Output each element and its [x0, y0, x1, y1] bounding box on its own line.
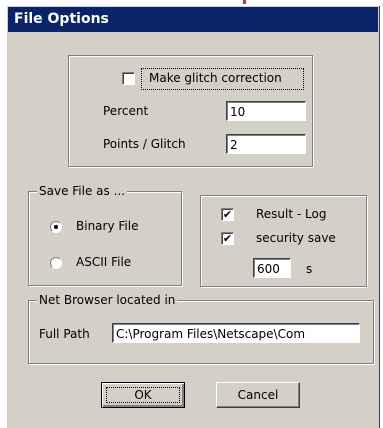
net-browser-legend: Net Browser located in: [37, 293, 178, 307]
cancel-button-label: Cancel: [237, 388, 279, 402]
title-bar[interactable]: File Options: [8, 7, 378, 32]
full-path-input[interactable]: C:\Program Files\Netscape\Com: [112, 323, 360, 343]
points-per-glitch-input[interactable]: 2: [226, 134, 306, 154]
background-edge: [8, 0, 383, 4]
make-glitch-correction-label[interactable]: Make glitch correction: [149, 71, 282, 85]
net-browser-group: Net Browser located in Full Path C:\Prog…: [28, 293, 374, 364]
save-interval-input[interactable]: 600: [253, 258, 291, 278]
background-red-mark: [243, 0, 246, 4]
security-save-label[interactable]: security save: [256, 231, 336, 245]
percent-label: Percent: [103, 104, 149, 118]
save-file-legend: Save File as ...: [37, 184, 128, 198]
window-title: File Options: [14, 11, 109, 27]
result-log-checkbox[interactable]: ✔: [221, 208, 234, 221]
glitch-panel: Make glitch correction Percent 10 Points…: [68, 55, 313, 167]
cancel-button[interactable]: Cancel: [216, 382, 300, 408]
ok-focus-outline: [106, 387, 180, 403]
make-glitch-correction-checkbox[interactable]: [122, 72, 135, 85]
points-per-glitch-label: Points / Glitch: [103, 137, 186, 151]
binary-file-radio[interactable]: [50, 221, 62, 233]
result-log-label[interactable]: Result - Log: [256, 207, 326, 221]
ok-button[interactable]: OK: [101, 382, 185, 408]
percent-input[interactable]: 10: [226, 101, 306, 121]
file-options-dialog: File Options Make glitch correction Perc…: [6, 5, 380, 428]
security-save-checkbox[interactable]: ✔: [221, 232, 234, 245]
full-path-label: Full Path: [39, 327, 90, 341]
ascii-file-radio[interactable]: [50, 257, 62, 269]
binary-radio-dot: [54, 225, 58, 229]
save-file-group: Save File as ... Binary File ASCII File: [28, 184, 182, 286]
ascii-file-label[interactable]: ASCII File: [76, 255, 131, 269]
logging-panel: ✔ Result - Log ✔ security save 600 s: [200, 195, 367, 287]
save-interval-unit: s: [306, 262, 313, 276]
binary-file-label[interactable]: Binary File: [76, 219, 138, 233]
